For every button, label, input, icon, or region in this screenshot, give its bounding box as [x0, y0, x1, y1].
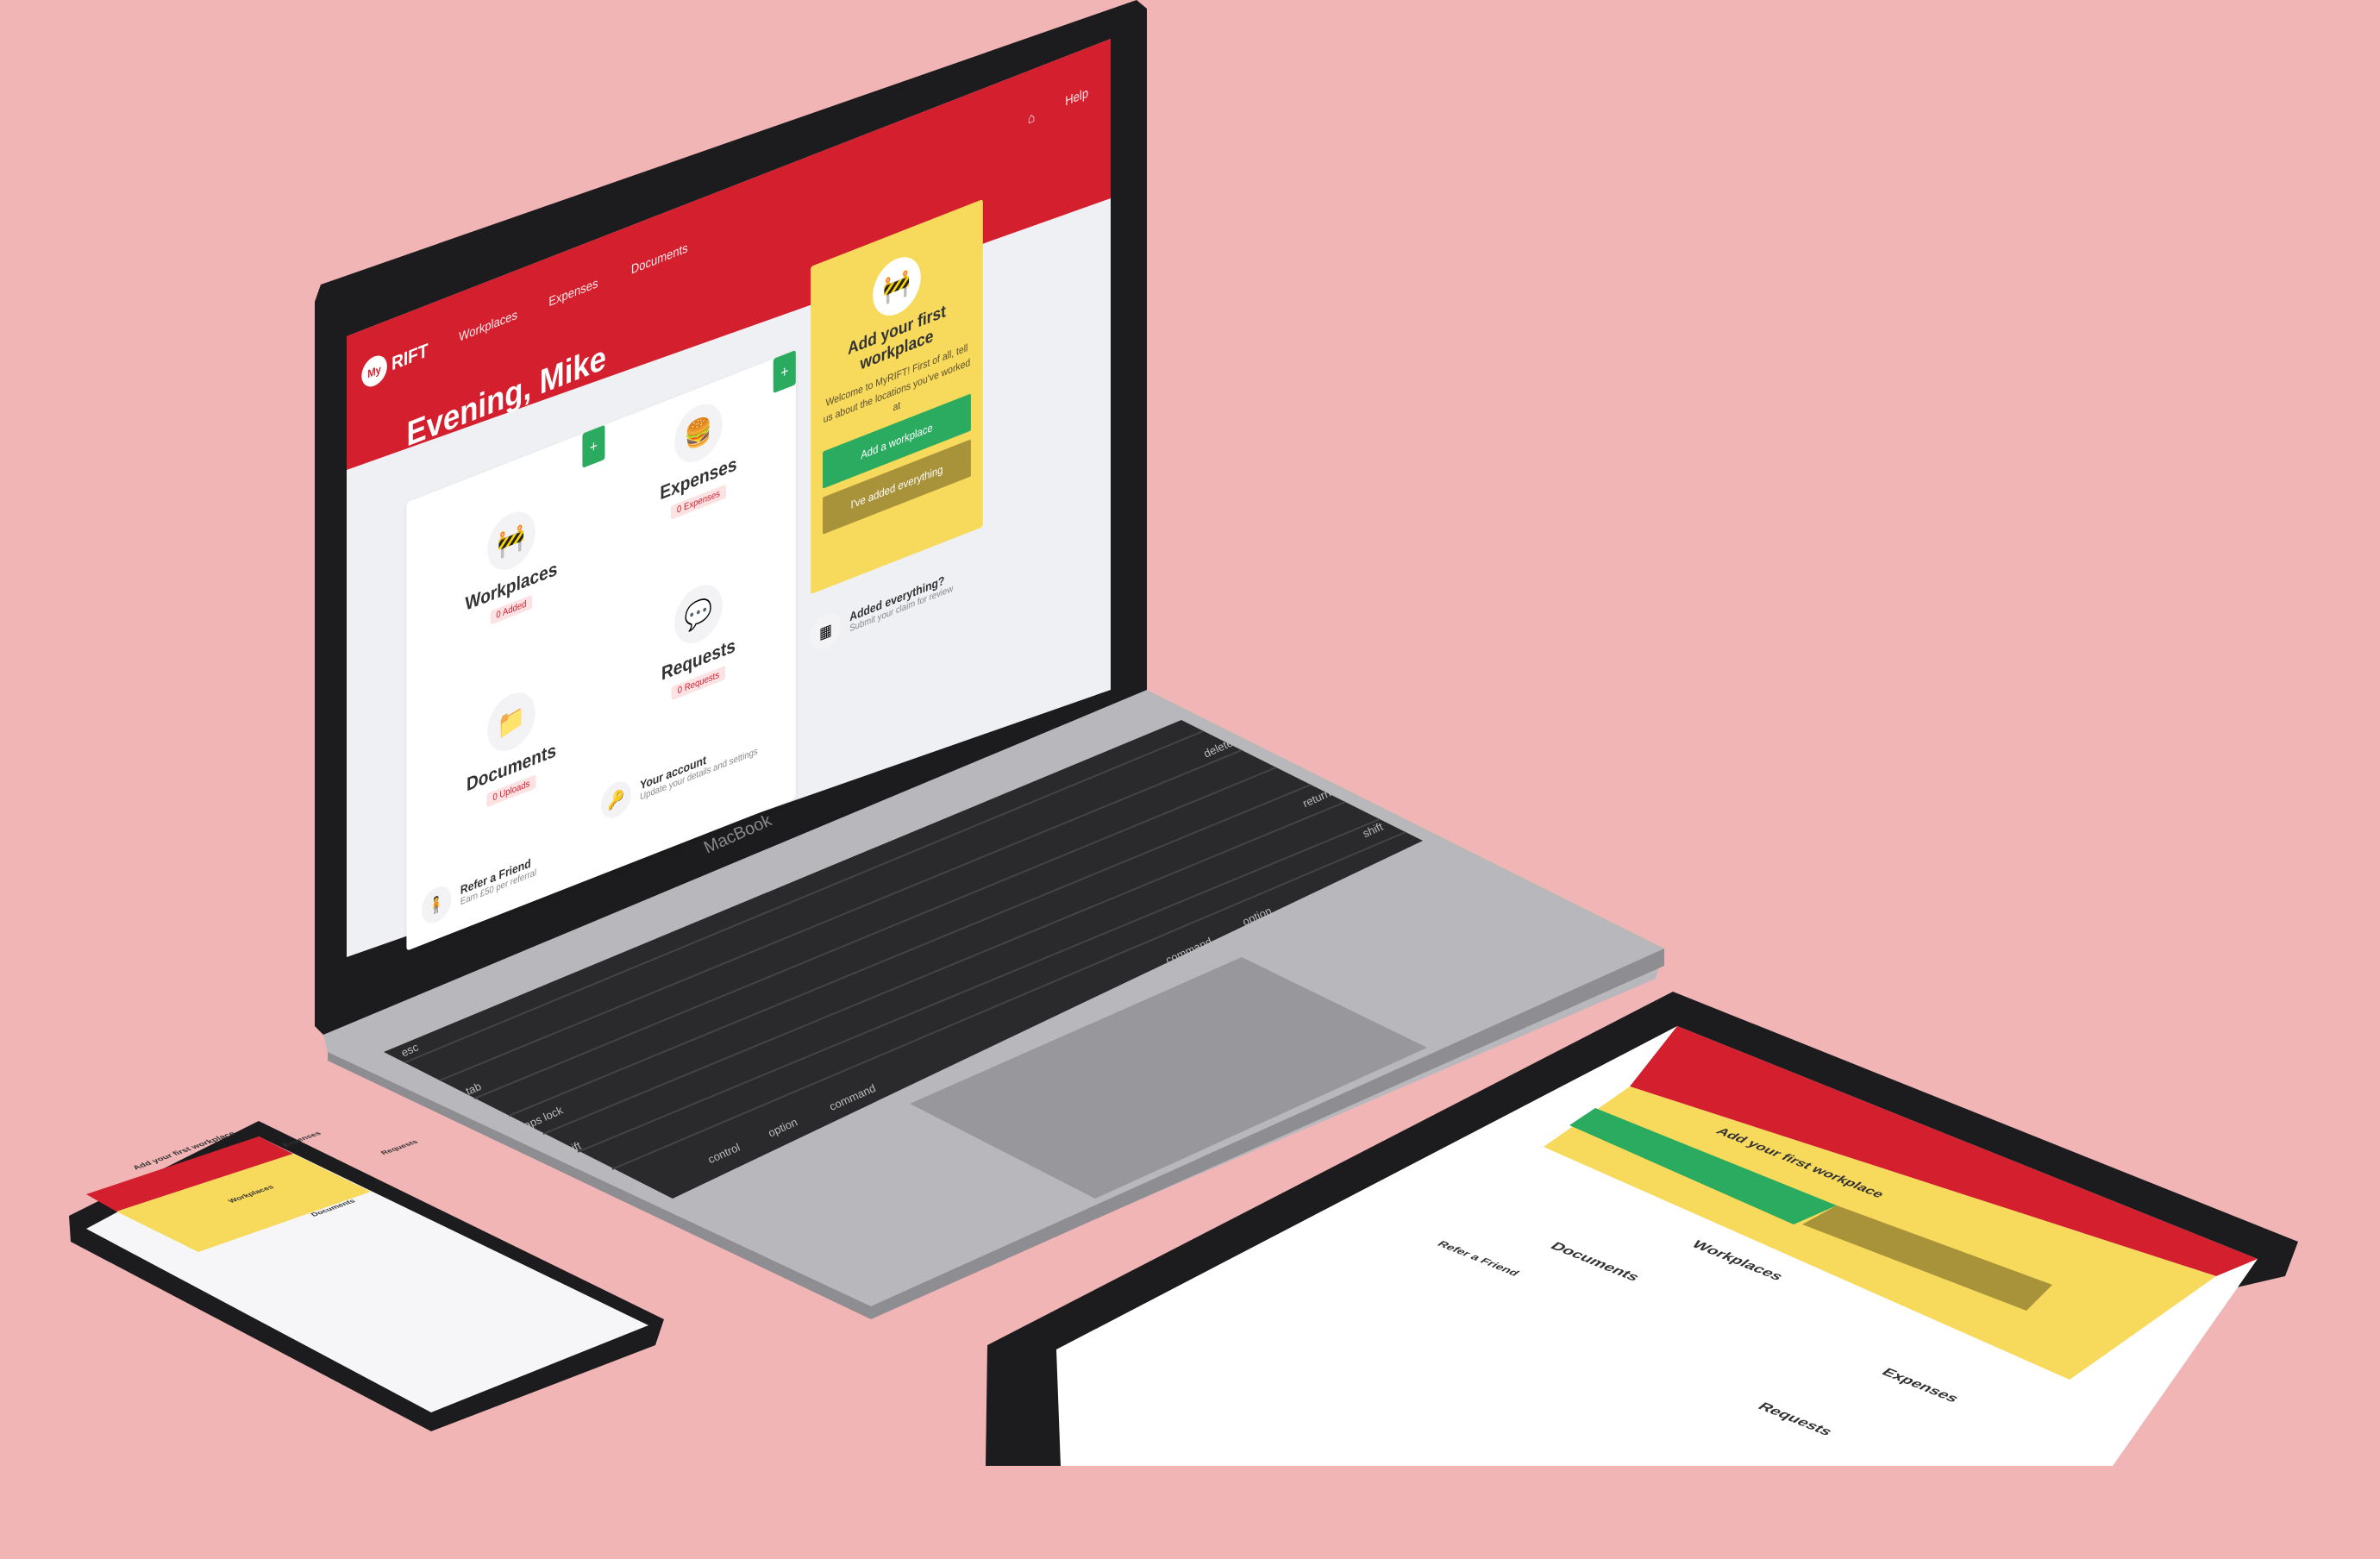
- tablet-tile-requests[interactable]: Requests: [1754, 1400, 1836, 1438]
- tablet-refer[interactable]: Refer a Friend: [1434, 1239, 1521, 1278]
- tablet-tile-documents[interactable]: Documents: [1546, 1240, 1644, 1284]
- tablet-tile-expenses[interactable]: Expenses: [1877, 1366, 1963, 1405]
- tablet-tile-workplaces[interactable]: Workplaces: [1688, 1238, 1787, 1283]
- tablet-device: [986, 992, 2298, 1466]
